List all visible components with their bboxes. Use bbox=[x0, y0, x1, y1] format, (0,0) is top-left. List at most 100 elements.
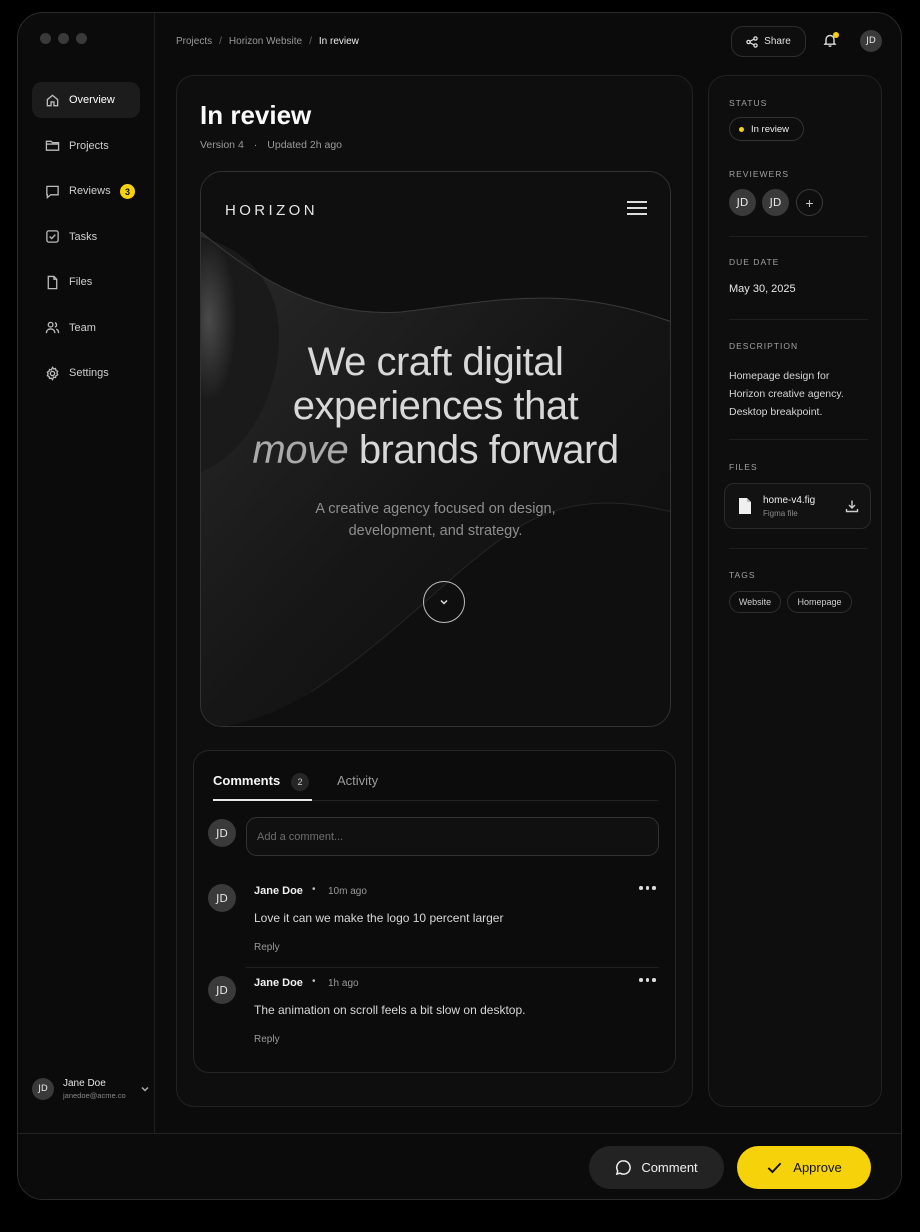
sidebar-item-label: Files bbox=[69, 276, 93, 288]
breadcrumb: Projects / Horizon Website / In review bbox=[176, 36, 359, 47]
description-label: DESCRIPTION bbox=[729, 341, 799, 351]
tab-comments[interactable]: Comments bbox=[213, 773, 313, 801]
approve-button-label: Approve bbox=[793, 1160, 842, 1175]
share-button[interactable]: Share bbox=[731, 26, 806, 57]
reply-link[interactable]: Reply bbox=[254, 942, 280, 953]
avatar[interactable]: JD bbox=[860, 30, 882, 52]
files-label: FILES bbox=[729, 462, 758, 472]
headline-emphasis: move bbox=[252, 428, 349, 472]
notifications-button[interactable] bbox=[823, 32, 839, 49]
version-label: Version 4 bbox=[200, 139, 244, 151]
checkbox-icon bbox=[46, 230, 59, 243]
preview-brand-logo: HORIZON bbox=[225, 202, 318, 219]
sidebar-item-team[interactable]: Team bbox=[32, 310, 140, 346]
breadcrumb-horizon-website[interactable]: Horizon Website bbox=[229, 36, 302, 47]
tags-label: TAGS bbox=[729, 570, 756, 580]
comment-text: The animation on scroll feels a bit slow… bbox=[254, 1003, 526, 1017]
comments-tabs: Comments 2 Activity bbox=[213, 751, 658, 801]
sidebar-nav: Overview Projects Reviews 3 Tasks Files bbox=[32, 82, 140, 401]
comment-time: 1h ago bbox=[328, 978, 359, 989]
sidebar-item-overview[interactable]: Overview bbox=[32, 82, 140, 118]
maximize-dot[interactable] bbox=[76, 33, 87, 44]
avatar: JD bbox=[208, 884, 236, 912]
sidebar-item-label: Reviews bbox=[69, 185, 111, 197]
action-bar: Comment Approve bbox=[18, 1133, 901, 1199]
user-name: Jane Doe bbox=[63, 1078, 106, 1089]
due-date-value: May 30, 2025 bbox=[729, 283, 796, 295]
page-title: In review bbox=[200, 100, 312, 130]
tag-homepage[interactable]: Homepage bbox=[787, 591, 852, 613]
divider bbox=[729, 439, 868, 440]
meta-separator: · bbox=[253, 139, 258, 151]
comment-input[interactable] bbox=[246, 817, 659, 856]
comments-count-badge: 2 bbox=[291, 773, 309, 791]
tab-activity[interactable]: Activity bbox=[337, 773, 378, 788]
status-badge[interactable]: In review bbox=[729, 117, 804, 141]
sidebar-item-label: Settings bbox=[69, 367, 109, 379]
approve-button[interactable]: Approve bbox=[737, 1146, 871, 1189]
window-controls bbox=[40, 33, 87, 44]
headline-line-3: move brands forward bbox=[201, 428, 670, 472]
comment-author: Jane Doe bbox=[254, 885, 303, 897]
file-type: Figma file bbox=[763, 509, 798, 518]
avatar: JD bbox=[208, 819, 236, 847]
divider bbox=[729, 236, 868, 237]
file-name: home-v4.fig bbox=[763, 495, 816, 506]
reply-link[interactable]: Reply bbox=[254, 1034, 280, 1045]
add-reviewer-button[interactable]: + bbox=[796, 189, 823, 216]
download-icon[interactable] bbox=[845, 499, 859, 513]
design-preview[interactable]: HORIZON We craft digital experiences tha… bbox=[200, 171, 671, 727]
app-window: Overview Projects Reviews 3 Tasks Files bbox=[17, 12, 902, 1200]
version-meta: Version 4 · Updated 2h ago bbox=[200, 139, 342, 151]
sidebar-item-projects[interactable]: Projects bbox=[32, 128, 140, 164]
breadcrumb-separator: / bbox=[309, 36, 312, 47]
comment-button[interactable]: Comment bbox=[589, 1146, 724, 1189]
sidebar-item-reviews[interactable]: Reviews 3 bbox=[32, 173, 140, 209]
comment-author: Jane Doe bbox=[254, 977, 303, 989]
sidebar-item-settings[interactable]: Settings bbox=[32, 355, 140, 391]
tag-website[interactable]: Website bbox=[729, 591, 781, 613]
breadcrumb-separator: / bbox=[219, 36, 222, 47]
comment-button-label: Comment bbox=[641, 1160, 698, 1175]
chevron-down-icon[interactable] bbox=[140, 1084, 150, 1094]
home-icon bbox=[46, 93, 59, 106]
sidebar: Overview Projects Reviews 3 Tasks Files bbox=[18, 13, 155, 1133]
scroll-down-button bbox=[423, 581, 465, 623]
check-icon bbox=[767, 1162, 782, 1174]
chat-icon bbox=[46, 185, 59, 199]
status-dot bbox=[739, 126, 744, 132]
comment-bullet: • bbox=[312, 884, 316, 895]
comments-panel: Comments 2 Activity JD JD Jane Doe • 10m… bbox=[193, 750, 676, 1073]
file-icon bbox=[47, 275, 58, 289]
comment-text: Love it can we make the logo 10 percent … bbox=[254, 911, 504, 925]
comment-time: 10m ago bbox=[328, 886, 367, 897]
folder-icon bbox=[45, 140, 60, 151]
sidebar-item-files[interactable]: Files bbox=[32, 264, 140, 300]
sidebar-item-label: Projects bbox=[69, 139, 109, 152]
share-icon bbox=[746, 35, 758, 48]
headline-rest: brands forward bbox=[358, 428, 619, 472]
share-label: Share bbox=[764, 36, 791, 47]
breadcrumb-projects[interactable]: Projects bbox=[176, 36, 212, 47]
user-menu[interactable]: JD Jane Doe janedoe@acme.co bbox=[32, 1078, 150, 1100]
avatar: JD bbox=[32, 1078, 54, 1100]
due-date-label: DUE DATE bbox=[729, 257, 780, 267]
notification-dot bbox=[833, 32, 839, 38]
chat-bubble-icon bbox=[616, 1160, 632, 1176]
status-label: STATUS bbox=[729, 98, 768, 108]
preview-headline: We craft digital experiences that move b… bbox=[201, 340, 670, 472]
more-options-icon[interactable] bbox=[639, 977, 657, 983]
document-icon bbox=[739, 498, 751, 514]
close-dot[interactable] bbox=[40, 33, 51, 44]
more-options-icon[interactable] bbox=[639, 885, 657, 891]
headline-line-1: We craft digital bbox=[307, 340, 564, 384]
sidebar-item-label: Overview bbox=[69, 94, 115, 106]
reviewers-label: REVIEWERS bbox=[729, 169, 790, 179]
minimize-dot[interactable] bbox=[58, 33, 69, 44]
divider bbox=[729, 548, 868, 549]
file-attachment[interactable]: home-v4.fig Figma file bbox=[724, 483, 871, 529]
reviewer-avatar[interactable]: JD bbox=[762, 189, 789, 216]
updated-label: Updated 2h ago bbox=[267, 139, 343, 151]
sidebar-item-tasks[interactable]: Tasks bbox=[32, 219, 140, 255]
reviewer-avatar[interactable]: JD bbox=[729, 189, 756, 216]
